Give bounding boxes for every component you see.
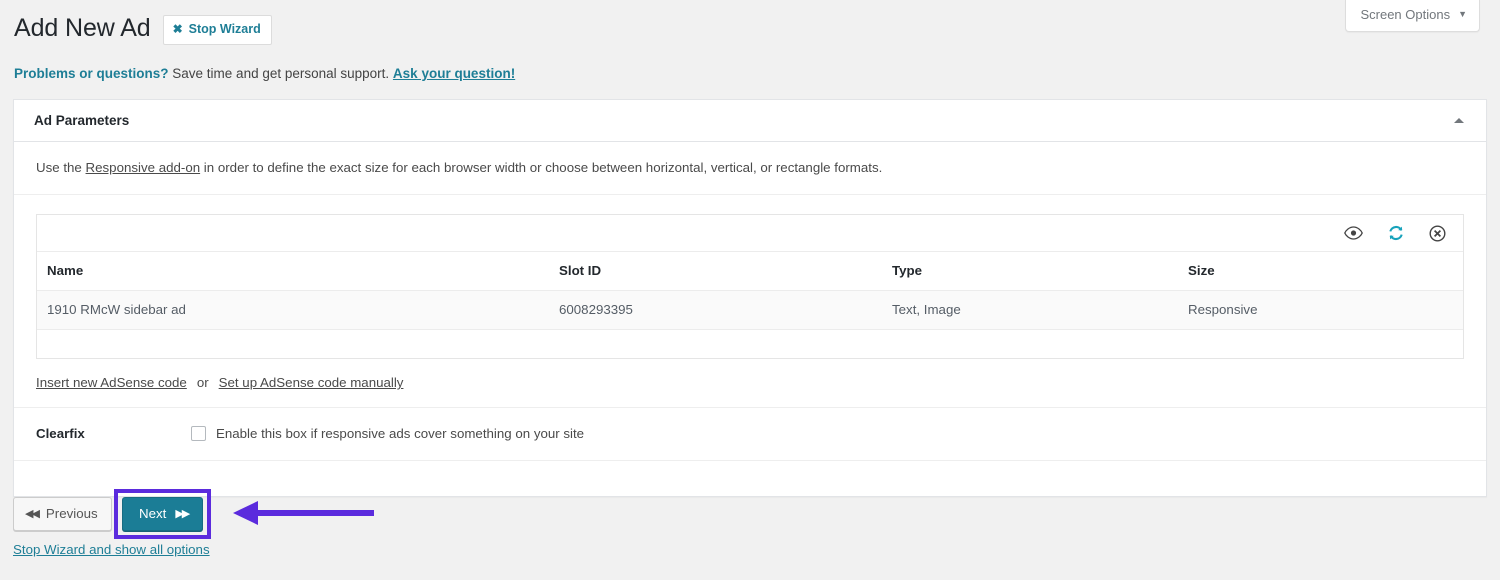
support-notice: Problems or questions? Save time and get… bbox=[0, 45, 1500, 84]
stop-wizard-show-all-options-link[interactable]: Stop Wizard and show all options bbox=[13, 542, 210, 557]
responsive-description: Use the Responsive add-on in order to de… bbox=[14, 142, 1486, 195]
clearfix-label: Clearfix bbox=[36, 426, 191, 441]
column-header-size: Size bbox=[1188, 252, 1463, 291]
chevron-up-icon[interactable] bbox=[1454, 118, 1464, 123]
close-x-icon: ✖ bbox=[173, 23, 183, 35]
adsense-table-toolbar bbox=[37, 215, 1463, 252]
clearfix-checkbox-group[interactable]: Enable this box if responsive ads cover … bbox=[191, 426, 584, 441]
next-button[interactable]: Next ▶▶ bbox=[122, 497, 203, 531]
double-arrow-right-icon: ▶▶ bbox=[175, 507, 188, 520]
support-notice-body: Save time and get personal support. bbox=[169, 66, 393, 81]
link-separator: or bbox=[197, 375, 209, 390]
adsense-code-links: Insert new AdSense code or Set up AdSense … bbox=[14, 359, 1486, 408]
ad-parameters-panel-body: Use the Responsive add-on in order to de… bbox=[14, 142, 1486, 496]
cell-size: Responsive bbox=[1188, 291, 1463, 330]
screen-options-label: Screen Options bbox=[1360, 6, 1450, 24]
table-header-row: Name Slot ID Type Size bbox=[37, 252, 1463, 291]
responsive-addon-link[interactable]: Responsive add-on bbox=[86, 160, 201, 175]
refresh-icon[interactable] bbox=[1386, 224, 1405, 243]
adsense-table-footer bbox=[37, 330, 1463, 358]
column-header-slot-id: Slot ID bbox=[559, 252, 892, 291]
cell-type: Text, Image bbox=[892, 291, 1188, 330]
close-circle-icon[interactable] bbox=[1428, 224, 1447, 243]
wizard-button-row: ◀◀ Previous Next ▶▶ bbox=[13, 489, 1487, 539]
table-row[interactable]: 1910 RMcW sidebar ad 6008293395 Text, Im… bbox=[37, 291, 1463, 330]
cell-name: 1910 RMcW sidebar ad bbox=[37, 291, 559, 330]
cell-slot-id: 6008293395 bbox=[559, 291, 892, 330]
annotation-arrow-left-icon bbox=[231, 495, 376, 531]
adsense-table-block: Name Slot ID Type Size 1910 RMcW sidebar… bbox=[36, 214, 1464, 359]
wizard-footer: ◀◀ Previous Next ▶▶ Stop Wizard and show… bbox=[13, 489, 1487, 559]
next-button-highlight-annotation: Next ▶▶ bbox=[114, 489, 211, 539]
column-header-type: Type bbox=[892, 252, 1188, 291]
previous-button-label: Previous bbox=[46, 506, 98, 521]
previous-button[interactable]: ◀◀ Previous bbox=[13, 497, 112, 531]
clearfix-checkbox[interactable] bbox=[191, 426, 206, 441]
page-title: Add New Ad bbox=[14, 12, 151, 45]
eye-icon[interactable] bbox=[1344, 224, 1363, 243]
clearfix-checkbox-label: Enable this box if responsive ads cover … bbox=[216, 426, 584, 441]
column-header-name: Name bbox=[37, 252, 559, 291]
stop-wizard-button-label: Stop Wizard bbox=[189, 20, 261, 39]
chevron-down-icon: ▼ bbox=[1458, 8, 1467, 21]
description-after: in order to define the exact size for ea… bbox=[200, 160, 882, 175]
description-before: Use the bbox=[36, 160, 86, 175]
clearfix-row: Clearfix Enable this box if responsive a… bbox=[14, 408, 1486, 461]
stop-wizard-button[interactable]: ✖ Stop Wizard bbox=[163, 15, 272, 45]
adsense-table: Name Slot ID Type Size 1910 RMcW sidebar… bbox=[37, 252, 1463, 330]
insert-new-adsense-code-link[interactable]: Insert new AdSense code bbox=[36, 375, 187, 390]
ask-your-question-link[interactable]: Ask your question! bbox=[393, 66, 515, 81]
setup-adsense-code-manually-link[interactable]: Set up AdSense code manually bbox=[219, 375, 404, 390]
ad-parameters-panel-header[interactable]: Ad Parameters bbox=[14, 100, 1486, 142]
support-notice-prefix: Problems or questions? bbox=[14, 66, 169, 81]
screen-options-tab[interactable]: Screen Options ▼ bbox=[1345, 0, 1480, 32]
ad-parameters-title: Ad Parameters bbox=[34, 113, 129, 128]
ad-parameters-panel: Ad Parameters Use the Responsive add-on … bbox=[13, 99, 1487, 497]
page-header: Add New Ad ✖ Stop Wizard bbox=[0, 0, 1500, 45]
double-arrow-left-icon: ◀◀ bbox=[25, 507, 38, 520]
next-button-label: Next bbox=[139, 506, 166, 521]
